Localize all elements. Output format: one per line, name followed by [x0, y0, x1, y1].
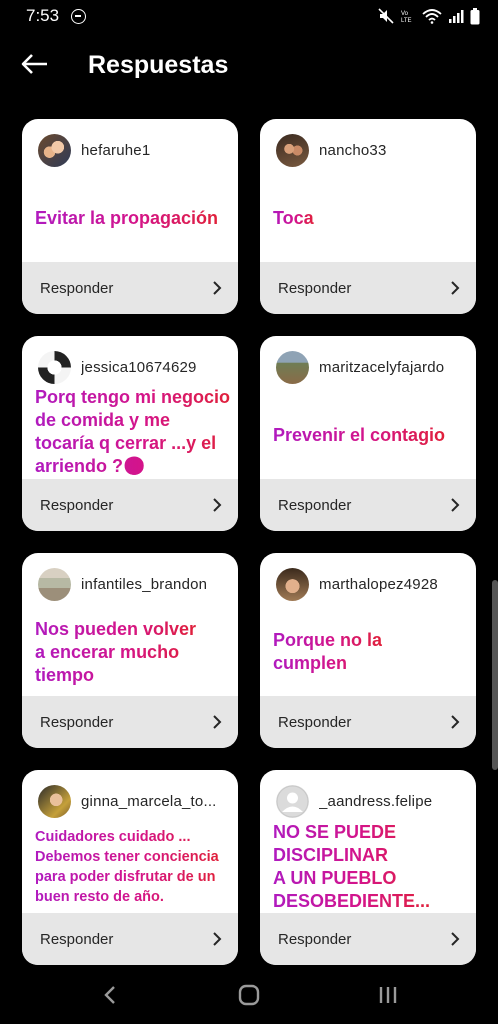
reply-label: Responder: [278, 496, 352, 514]
username: maritzacelyfajardo: [319, 358, 445, 376]
answer-text: Nos pueden volver a encerar mucho tiempo: [35, 618, 197, 685]
reply-button[interactable]: Responder: [260, 479, 476, 531]
nav-back-button[interactable]: [94, 980, 126, 1010]
svg-text:Vo: Vo: [401, 11, 409, 17]
avatar: [276, 350, 309, 384]
nav-back-icon: [104, 986, 115, 1004]
reply-button[interactable]: Responder: [260, 913, 476, 965]
battery-icon: [470, 7, 480, 24]
reply-label: Responder: [40, 279, 114, 297]
avatar: [38, 784, 71, 818]
reply-button[interactable]: Responder: [260, 696, 476, 748]
chevron-right-icon: [213, 498, 222, 512]
avatar: [38, 567, 71, 601]
response-card: _aandress.felipe NO SE PUEDE DISCIPLINAR…: [260, 770, 476, 965]
answer-text: Evitar la propagación: [35, 207, 219, 228]
reply-button[interactable]: Responder: [22, 913, 238, 965]
status-time: 7:53: [26, 6, 60, 25]
avatar: [38, 133, 71, 167]
svg-text:LTE: LTE: [401, 18, 412, 24]
response-card: maritzacelyfajardo Prevenir el contagio …: [260, 336, 476, 531]
chevron-right-icon: [451, 498, 460, 512]
avatar: [276, 133, 309, 167]
nav-recents-icon: [379, 987, 397, 1003]
system-nav-bar: [0, 964, 498, 1024]
username: hefaruhe1: [81, 141, 151, 159]
chevron-right-icon: [213, 932, 222, 946]
answer-text: Porq tengo mi negocio de comida y me toc…: [35, 387, 231, 476]
response-card: marthalopez4928 Porque no la cumplen Res…: [260, 553, 476, 748]
chevron-right-icon: [213, 281, 222, 295]
username: nancho33: [319, 141, 387, 159]
reply-label: Responder: [278, 930, 352, 948]
wifi-icon: [422, 9, 442, 24]
card-user[interactable]: hefaruhe1: [38, 133, 228, 167]
card-user[interactable]: marthalopez4928: [276, 567, 466, 601]
back-button[interactable]: [18, 48, 50, 80]
answer-area: Prevenir el contagio: [273, 390, 468, 480]
chevron-right-icon: [213, 715, 222, 729]
chevron-right-icon: [451, 715, 460, 729]
response-card: jessica10674629 Porq tengo mi negocio de…: [22, 336, 238, 531]
reply-label: Responder: [40, 713, 114, 731]
dnd-icon: [71, 9, 86, 24]
volte-icon: Vo LTE: [401, 11, 412, 24]
answer-text: NO SE PUEDE DISCIPLINAR A UN PUEBLO DESO…: [273, 822, 431, 911]
reply-button[interactable]: Responder: [22, 479, 238, 531]
reply-button[interactable]: Responder: [22, 262, 238, 314]
card-user[interactable]: infantiles_brandon: [38, 567, 228, 601]
avatar: [276, 567, 309, 601]
reply-button[interactable]: Responder: [22, 696, 238, 748]
avatar: [38, 350, 71, 384]
card-user[interactable]: ginna_marcela_to...: [38, 784, 228, 818]
mute-icon: [378, 8, 394, 24]
response-card: nancho33 Toca Responder: [260, 119, 476, 314]
reply-button[interactable]: Responder: [260, 262, 476, 314]
signal-icon: [449, 10, 464, 23]
reply-label: Responder: [278, 279, 352, 297]
chevron-right-icon: [451, 932, 460, 946]
nav-recents-button[interactable]: [372, 980, 404, 1010]
card-user[interactable]: nancho33: [276, 133, 466, 167]
reply-label: Responder: [40, 930, 114, 948]
reply-label: Responder: [278, 713, 352, 731]
status-icons: Vo LTE: [378, 6, 480, 26]
username: ginna_marcela_to...: [81, 792, 217, 810]
card-user[interactable]: maritzacelyfajardo: [276, 350, 466, 384]
nav-home-button[interactable]: [233, 980, 265, 1010]
answer-text: Cuidadores cuidado ... Debemos tener con…: [35, 829, 219, 905]
nav-home-icon: [238, 984, 260, 1006]
username: infantiles_brandon: [81, 575, 208, 593]
answer-area: Porq tengo mi negocio de comida y me toc…: [35, 382, 230, 482]
answer-area: Evitar la propagación: [35, 173, 230, 263]
answer-area: Toca: [273, 173, 468, 263]
response-card: hefaruhe1 Evitar la propagación Responde…: [22, 119, 238, 314]
header: Respuestas: [0, 40, 498, 90]
default-avatar-icon: [276, 784, 309, 818]
scrollbar[interactable]: [492, 580, 498, 770]
username: _aandress.felipe: [319, 792, 433, 810]
status-bar: 7:53 Vo LTE: [0, 0, 498, 32]
reply-label: Responder: [40, 496, 114, 514]
answer-text: Porque no la cumplen: [273, 630, 383, 673]
username: marthalopez4928: [319, 575, 438, 593]
answer-area: Nos pueden volver a encerar mucho tiempo: [35, 607, 230, 697]
answer-text: Toca: [273, 207, 314, 228]
answer-area: NO SE PUEDE DISCIPLINAR A UN PUEBLO DESO…: [273, 818, 468, 916]
answer-text: Prevenir el contagio: [273, 424, 446, 445]
answer-area: Cuidadores cuidado ... Debemos tener con…: [35, 820, 230, 914]
card-user[interactable]: jessica10674629: [38, 350, 228, 384]
response-card: ginna_marcela_to... Cuidadores cuidado .…: [22, 770, 238, 965]
answer-area: Porque no la cumplen: [273, 607, 468, 697]
page-title: Respuestas: [88, 51, 229, 79]
username: jessica10674629: [81, 358, 197, 376]
chevron-right-icon: [451, 281, 460, 295]
arrow-left-icon: [21, 54, 47, 74]
card-user[interactable]: _aandress.felipe: [276, 784, 466, 818]
response-card: infantiles_brandon Nos pueden volver a e…: [22, 553, 238, 748]
